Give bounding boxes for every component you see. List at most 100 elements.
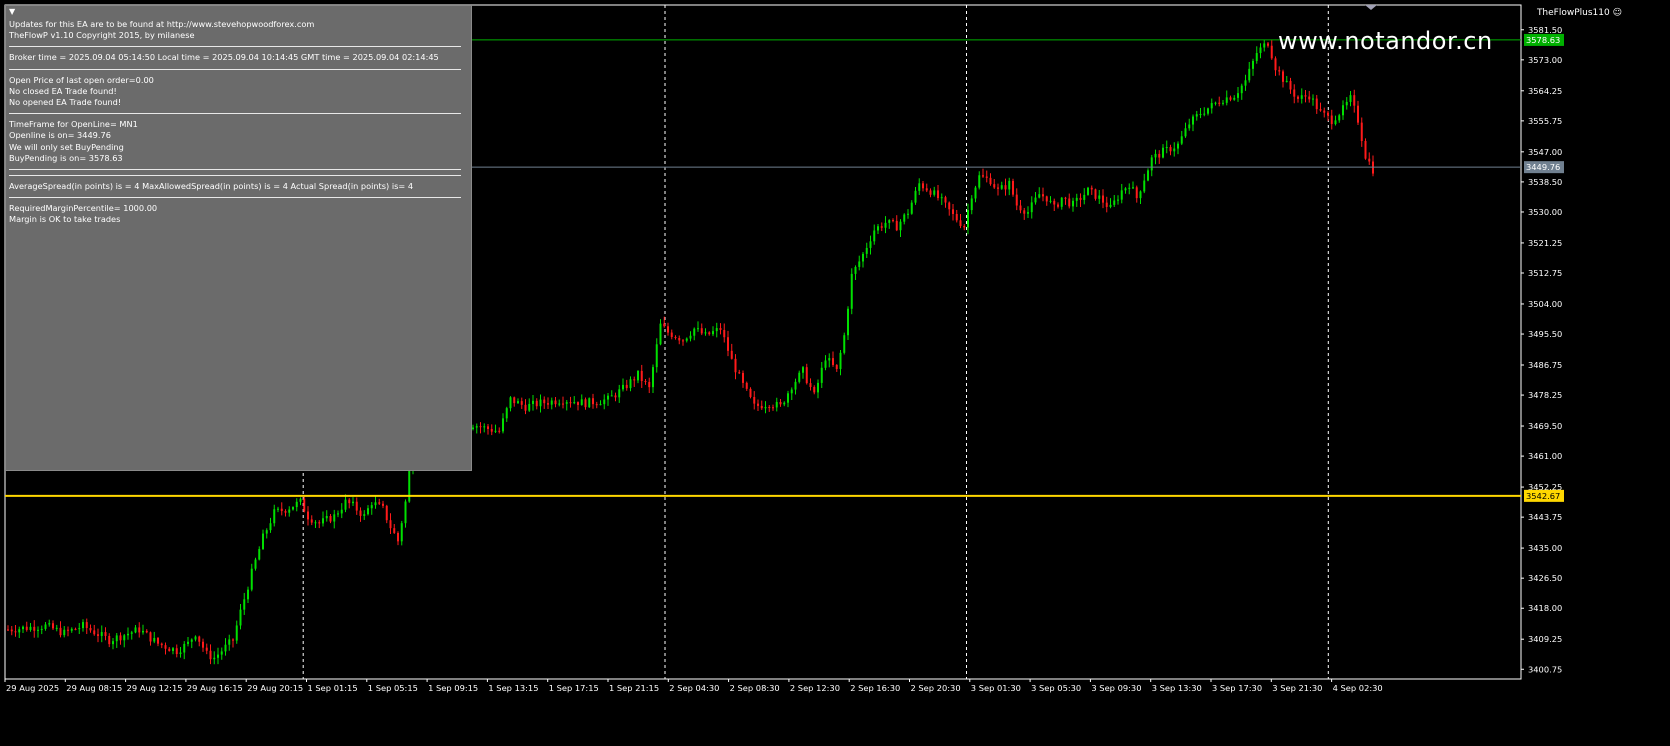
candle-up [839, 352, 842, 370]
candle-down [554, 400, 557, 405]
candle-down [168, 648, 171, 651]
candle-up [1087, 187, 1089, 195]
x-tick-label: 3 Sep 13:30 [1152, 683, 1202, 693]
candle-up [1300, 95, 1303, 99]
candle-up [599, 404, 602, 406]
candle-up [134, 627, 137, 633]
candle-down [734, 358, 737, 373]
y-tick-label: 3426.50 [1528, 573, 1562, 583]
candle-up [974, 187, 977, 199]
candle-up [333, 514, 336, 522]
candle-up [1240, 85, 1243, 94]
candle-up [29, 626, 32, 630]
candle-up [18, 629, 21, 633]
candle-down [93, 630, 96, 635]
candle-up [1312, 98, 1314, 100]
candle-down [997, 187, 999, 189]
candle-up [190, 639, 193, 642]
info-line: We will only set BuyPending [9, 141, 124, 152]
candle-up [967, 210, 969, 228]
candle-up [292, 507, 294, 510]
y-tick-label: 3461.00 [1528, 451, 1562, 461]
candle-up [1177, 143, 1179, 149]
candle-up [70, 628, 73, 631]
candle-down [577, 402, 579, 405]
candle-down [674, 337, 677, 339]
candle-up [509, 397, 512, 409]
info-line: No closed EA Trade found! [9, 85, 117, 96]
candle-down [1297, 96, 1299, 99]
candle-up [194, 636, 197, 640]
candle-up [220, 651, 223, 655]
y-tick-label: 3486.75 [1528, 360, 1562, 370]
candle-down [303, 498, 306, 512]
info-separator [9, 46, 461, 48]
candle-up [1132, 187, 1134, 189]
candle-up [970, 198, 973, 211]
candle-up [1255, 53, 1258, 61]
candle-up [858, 261, 861, 267]
candle-down [348, 499, 351, 504]
candle-up [1049, 200, 1052, 202]
candle-down [753, 396, 756, 404]
info-line: Margin is OK to take trades [9, 214, 121, 225]
info-line: Openline is on= 3449.76 [9, 130, 111, 141]
y-tick-label: 3504.00 [1528, 299, 1562, 309]
candle-down [1015, 194, 1018, 206]
candle-down [708, 332, 711, 335]
candle-down [1019, 205, 1022, 211]
candle-up [914, 190, 917, 203]
candle-up [693, 328, 696, 336]
x-tick-label: 4 Sep 02:30 [1333, 683, 1383, 693]
candle-down [498, 430, 501, 432]
candle-up [1143, 180, 1146, 192]
candle-down [768, 407, 771, 409]
candle-up [1184, 128, 1187, 137]
candle-up [618, 389, 621, 398]
candle-up [1207, 108, 1209, 114]
candle-up [22, 626, 24, 630]
candle-down [835, 364, 838, 370]
candle-up [1165, 147, 1168, 149]
info-line: Open Price of last open order=0.00 [9, 74, 154, 85]
candle-down [479, 426, 482, 428]
candle-up [352, 501, 354, 504]
candle-down [160, 643, 163, 646]
candle-down [644, 381, 647, 383]
candle-down [1353, 95, 1356, 106]
candle-up [873, 230, 876, 242]
candle-up [715, 328, 718, 332]
info-line: Broker time = 2025.09.04 05:14:50 Local … [9, 52, 439, 63]
candle-up [1034, 197, 1037, 203]
candle-up [550, 400, 553, 405]
candle-up [494, 430, 497, 432]
candle-down [382, 503, 384, 506]
candle-down [952, 209, 954, 214]
y-tick-label: 3478.25 [1528, 390, 1562, 400]
candle-down [280, 508, 283, 512]
indicator-name-label: TheFlowPlus110 [1536, 8, 1610, 18]
candle-up [472, 427, 474, 430]
candle-up [1345, 101, 1348, 106]
candle-down [205, 647, 208, 651]
collapse-arrow-icon[interactable]: ▼ [9, 7, 15, 16]
info-separator [9, 174, 461, 176]
candle-down [1357, 105, 1359, 123]
candle-up [1150, 157, 1153, 171]
candle-up [1252, 60, 1254, 69]
candle-down [614, 395, 617, 398]
candle-down [385, 505, 388, 521]
candle-down [742, 372, 744, 383]
candle-down [1368, 158, 1371, 162]
x-tick-label: 29 Aug 20:15 [247, 683, 303, 693]
candle-down [393, 528, 396, 533]
candle-up [374, 502, 377, 506]
candle-up [697, 328, 699, 330]
candle-up [250, 568, 253, 590]
x-tick-label: 1 Sep 05:15 [368, 683, 418, 693]
candle-up [1162, 147, 1164, 158]
x-tick-label: 2 Sep 20:30 [911, 683, 961, 693]
y-tick-label: 3435.00 [1528, 543, 1562, 553]
info-line: TheFlowP v1.10 Copyright 2015, by milane… [9, 30, 195, 41]
candle-down [959, 220, 962, 226]
